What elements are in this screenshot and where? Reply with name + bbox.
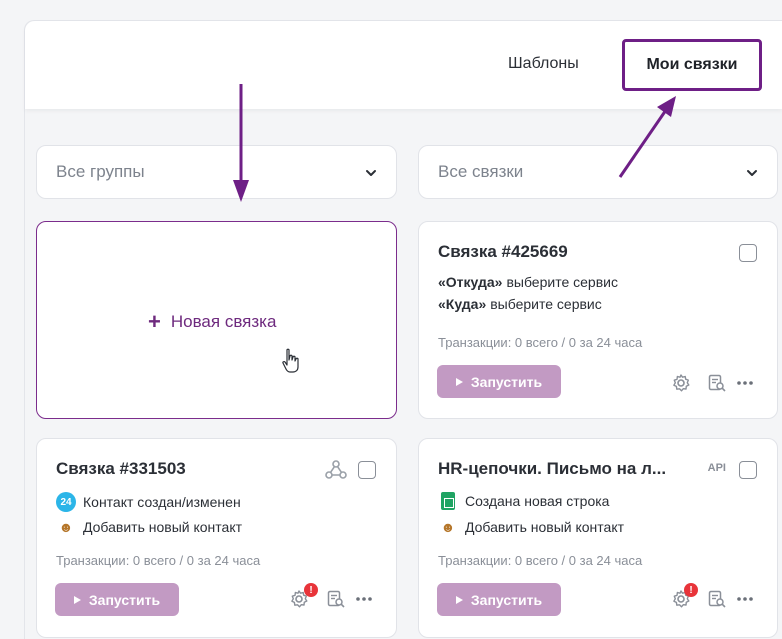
gear-icon[interactable]: [671, 373, 691, 393]
target-text: Добавить новый контакт: [465, 519, 625, 535]
tab-my-links-label: Мои связки: [646, 56, 738, 73]
target-row: «Куда» выберите сервис: [438, 296, 602, 312]
hand-cursor-icon: [282, 348, 299, 373]
new-link-text: Новая связка: [170, 312, 277, 331]
transactions-text: Транзакции: 0 всего / 0 за 24 часа: [438, 553, 643, 568]
target-row: ☻ Добавить новый контакт: [438, 519, 624, 535]
google-sheets-icon: [441, 492, 455, 510]
run-button-label: Запустить: [470, 591, 543, 608]
play-icon: [73, 595, 81, 604]
to-value: выберите сервис: [490, 296, 602, 312]
alert-badge: !: [304, 583, 318, 597]
run-button[interactable]: Запустить: [437, 365, 561, 398]
links-filter-select[interactable]: Все связки: [418, 145, 778, 199]
card-select-checkbox[interactable]: [358, 461, 376, 479]
new-link-card[interactable]: + Новая связка: [36, 221, 397, 419]
transactions-text: Транзакции: 0 всего / 0 за 24 часа: [56, 553, 261, 568]
target-row: ☻ Добавить новый контакт: [56, 519, 242, 535]
transactions-text: Транзакции: 0 всего / 0 за 24 часа: [438, 335, 643, 350]
log-search-icon[interactable]: [707, 373, 727, 393]
card-select-checkbox[interactable]: [739, 461, 757, 479]
to-label: «Куда»: [438, 296, 487, 312]
tab-my-links[interactable]: Мои связки: [622, 39, 762, 91]
source-text: Контакт создан/изменен: [83, 494, 241, 510]
tab-templates[interactable]: Шаблоны: [508, 55, 579, 73]
source-row: 24 Контакт создан/изменен: [56, 492, 241, 512]
card-title: Связка #331503: [56, 459, 186, 478]
card-select-checkbox[interactable]: [739, 244, 757, 262]
log-search-icon[interactable]: [326, 589, 346, 609]
card-title: HR-цепочки. Письмо на л...: [438, 459, 667, 478]
link-card-331503[interactable]: Связка #331503 24 Контакт создан/изменен…: [36, 438, 397, 638]
chevron-down-icon: [366, 170, 376, 176]
api-tag: API: [707, 462, 726, 474]
mailer-face-icon: ☻: [58, 519, 74, 535]
card-title: Связка #425669: [438, 242, 568, 261]
from-value: выберите сервис: [506, 274, 618, 290]
source-row: Создана новая строка: [438, 492, 609, 510]
mailer-face-icon: ☻: [440, 519, 456, 535]
play-icon: [455, 595, 463, 604]
play-icon: [455, 377, 463, 386]
log-search-icon[interactable]: [707, 589, 727, 609]
chevron-down-icon: [747, 170, 757, 176]
run-button-label: Запустить: [470, 373, 543, 390]
target-text: Добавить новый контакт: [83, 519, 243, 535]
more-icon[interactable]: [354, 589, 374, 609]
groups-filter-value: Все группы: [56, 162, 145, 181]
alert-badge: !: [684, 583, 698, 597]
plus-icon: +: [148, 309, 161, 334]
more-icon[interactable]: [735, 373, 755, 393]
links-filter-value: Все связки: [438, 162, 524, 181]
source-row: «Откуда» выберите сервис: [438, 274, 618, 290]
link-card-hr-chains[interactable]: HR-цепочки. Письмо на л... API Создана н…: [418, 438, 778, 638]
groups-filter-select[interactable]: Все группы: [36, 145, 397, 199]
from-label: «Откуда»: [438, 274, 503, 290]
source-text: Создана новая строка: [465, 493, 610, 509]
webhook-icon: [325, 460, 347, 479]
run-button[interactable]: Запустить: [55, 583, 179, 616]
more-icon[interactable]: [735, 589, 755, 609]
new-link-label: + Новая связка: [148, 309, 277, 334]
bitrix24-icon: 24: [56, 492, 76, 512]
link-card-425669[interactable]: Связка #425669 «Откуда» выберите сервис …: [418, 221, 778, 419]
run-button-label: Запустить: [88, 591, 161, 608]
run-button[interactable]: Запустить: [437, 583, 561, 616]
